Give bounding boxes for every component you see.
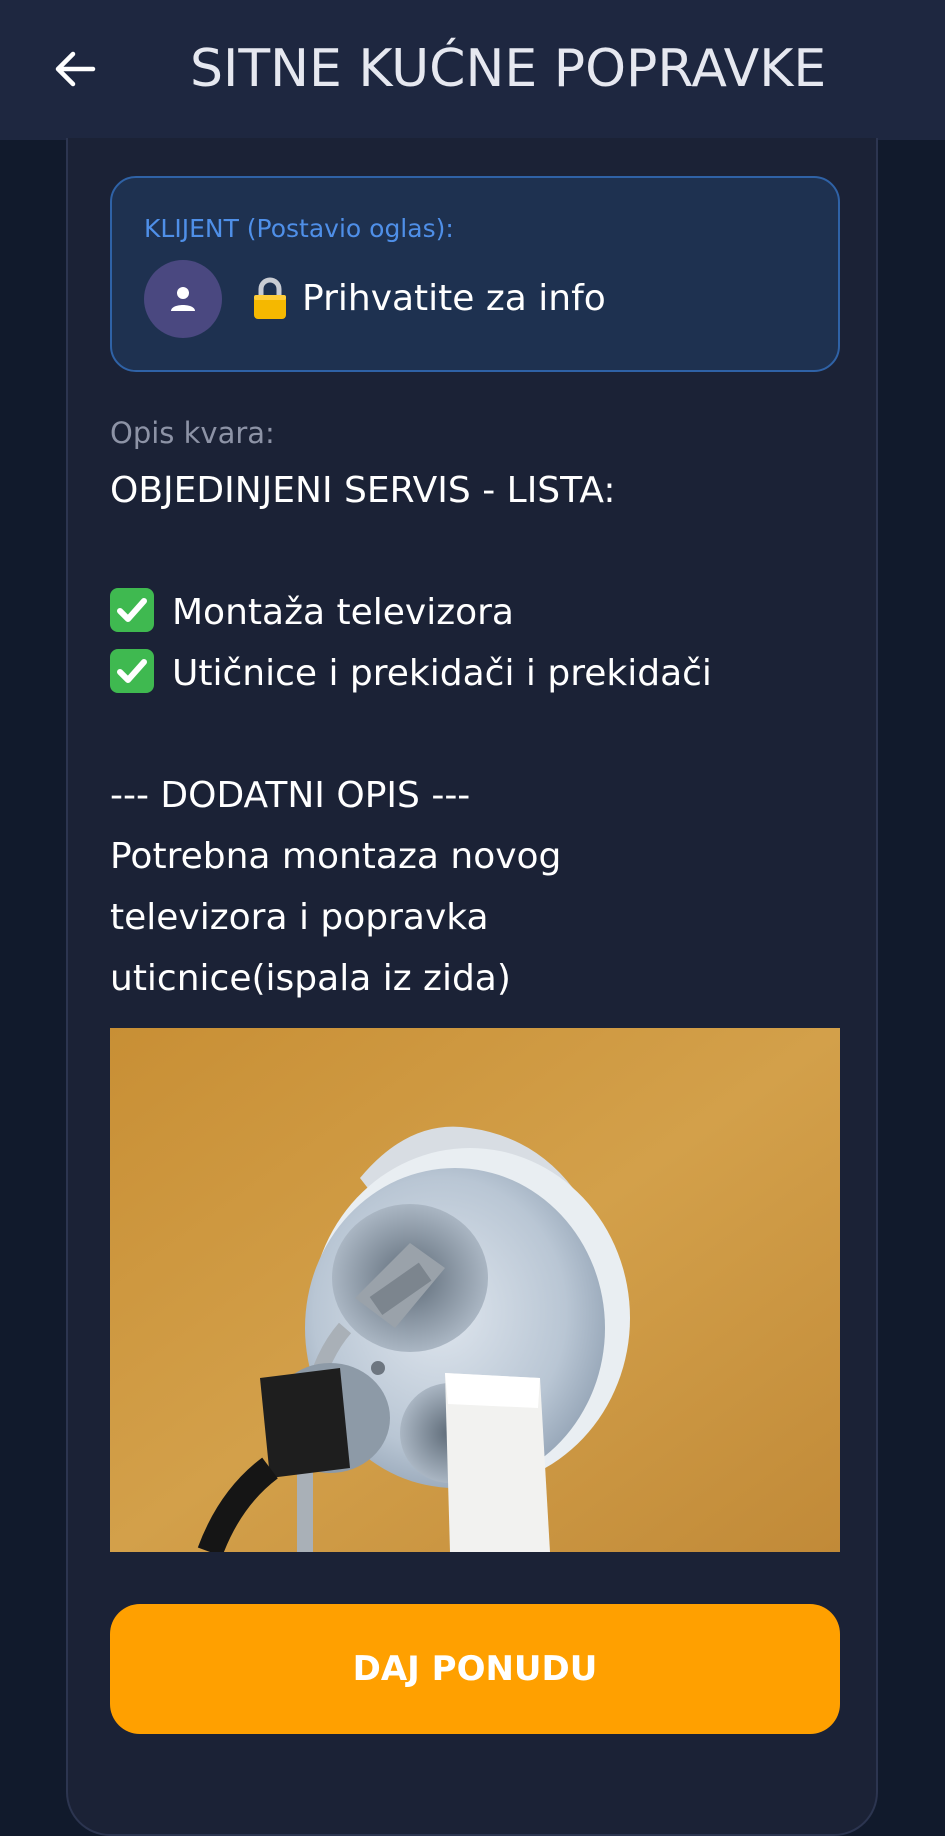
- service-item: Utičnice i prekidači i prekidači: [110, 643, 850, 704]
- damaged-socket-photo[interactable]: [110, 1028, 840, 1552]
- description-text: OBJEDINJENI SERVIS - LISTA: Montaža tele…: [110, 460, 850, 1009]
- description-label: Opis kvara:: [110, 416, 275, 450]
- check-icon: [110, 649, 154, 693]
- arrow-left-icon: [55, 51, 96, 87]
- avatar: [144, 260, 222, 338]
- give-offer-button[interactable]: DAJ PONUDU: [110, 1604, 840, 1734]
- service-item: Montaža televizora: [110, 582, 850, 643]
- extra-description-line: televizora i popravka: [110, 897, 489, 938]
- back-button[interactable]: [40, 34, 110, 104]
- lock-icon: [254, 277, 286, 319]
- service-label: Utičnice i prekidači i prekidači: [172, 653, 712, 694]
- client-label: KLIJENT (Postavio oglas):: [144, 214, 454, 243]
- description-heading: OBJEDINJENI SERVIS - LISTA:: [110, 470, 616, 511]
- extra-description-line: uticnice(ispala iz zida): [110, 958, 511, 999]
- service-label: Montaža televizora: [172, 592, 514, 633]
- app-bar: SITNE KUĆNE POPRAVKE: [0, 0, 945, 140]
- page-title: SITNE KUĆNE POPRAVKE: [190, 39, 827, 99]
- person-icon: [171, 287, 195, 311]
- extra-description-line: Potrebna montaza novog: [110, 836, 562, 877]
- client-info-text: Prihvatite za info: [302, 278, 606, 319]
- client-info-box: KLIJENT (Postavio oglas): Prihvatite za …: [110, 176, 840, 372]
- job-card: KLIJENT (Postavio oglas): Prihvatite za …: [66, 138, 878, 1836]
- extra-description-heading: --- DODATNI OPIS ---: [110, 775, 471, 816]
- check-icon: [110, 588, 154, 632]
